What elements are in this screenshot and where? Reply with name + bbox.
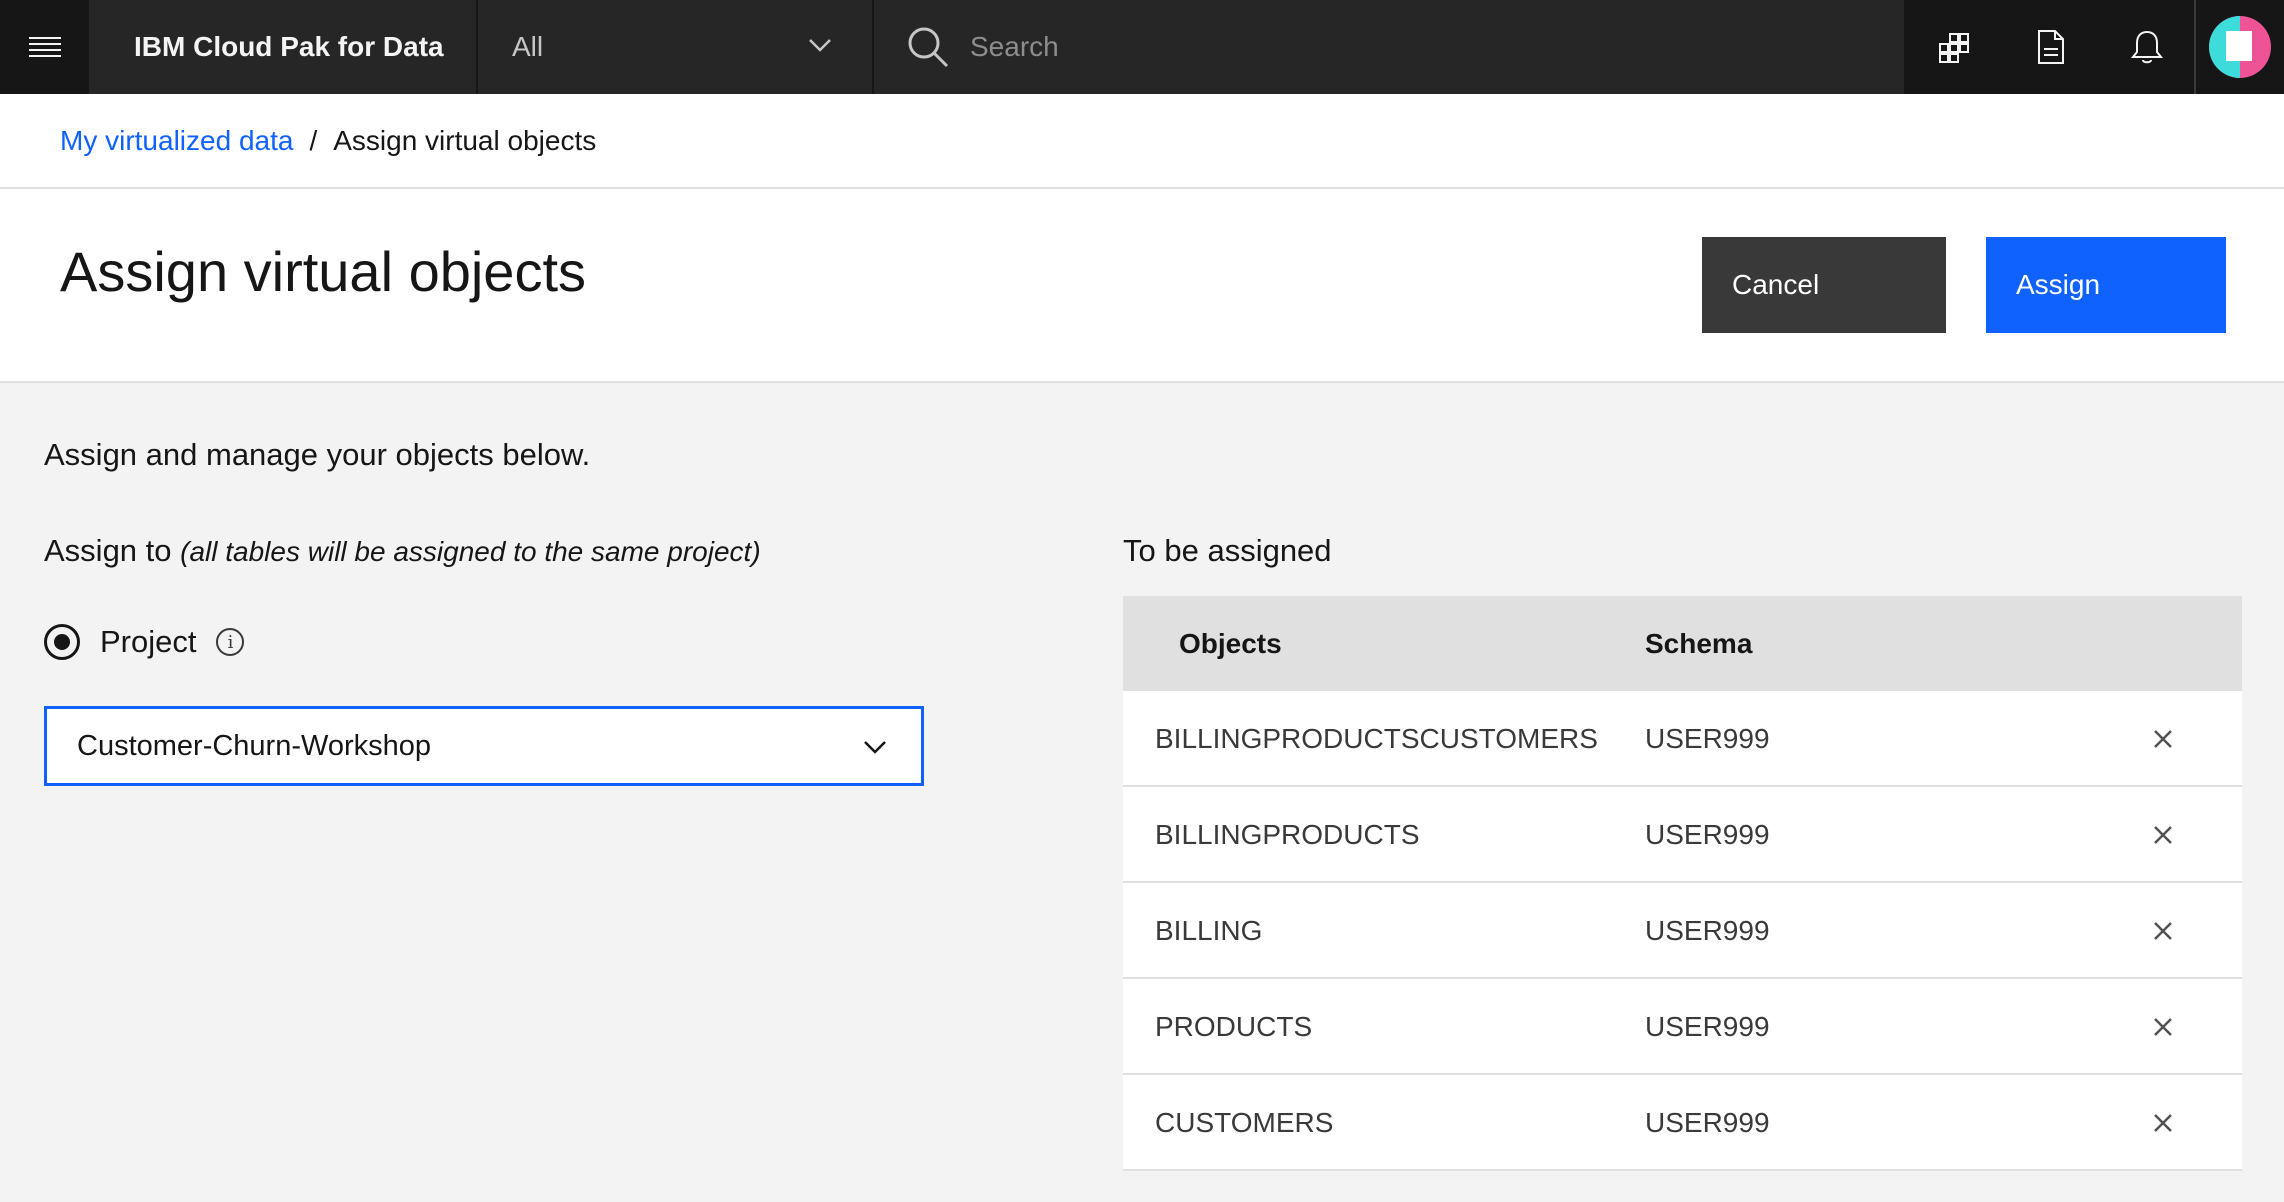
project-select[interactable]: Customer-Churn-Workshop [44,706,924,786]
column-header-schema[interactable]: Schema [1645,628,1752,660]
notification-bell-icon[interactable] [2099,0,2195,94]
page-header: Assign virtual objects Cancel Assign [0,189,2284,383]
column-header-objects[interactable]: Objects [1179,628,1282,660]
table-row: BILLINGPRODUCTS USER999 [1123,787,2242,883]
project-radio-label: Project [100,624,197,659]
assign-to-label: Assign to (all tables will be assigned t… [44,533,761,569]
remove-row-close-icon[interactable] [2143,911,2183,951]
remove-row-close-icon[interactable] [2143,815,2183,855]
search-icon [908,27,949,68]
hamburger-menu-icon[interactable] [0,0,89,94]
breadcrumb-current: Assign virtual objects [333,124,597,156]
product-name[interactable]: IBM Cloud Pak for Data [89,0,476,94]
page-title: Assign virtual objects [60,240,587,303]
to-be-assigned-table: Objects Schema BILLINGPRODUCTSCUSTOMERS … [1123,596,2242,1171]
breadcrumb-separator: / [309,124,318,156]
schema-name: USER999 [1645,723,1770,754]
assign-to-hint: (all tables will be assigned to the same… [180,536,761,567]
radio-selected-dot [54,634,70,650]
remove-row-close-icon[interactable] [2143,719,2183,759]
schema-name: USER999 [1645,1011,1770,1042]
table-row: PRODUCTS USER999 [1123,979,2242,1075]
assign-button[interactable]: Assign [1986,237,2226,333]
global-search[interactable]: Search [874,0,1904,94]
table-row: BILLING USER999 [1123,883,2242,979]
project-select-value: Customer-Churn-Workshop [77,729,432,762]
info-icon[interactable]: i [216,628,245,656]
object-name: CUSTOMERS [1155,1107,1334,1138]
object-name: PRODUCTS [1155,1011,1313,1042]
table-header: Objects Schema [1123,596,2242,691]
object-name: BILLING [1155,915,1263,946]
schema-name: USER999 [1645,915,1770,946]
scope-dropdown[interactable]: All [476,0,874,94]
to-be-assigned-label: To be assigned [1123,533,1332,568]
scope-dropdown-value: All [512,31,544,62]
remove-row-close-icon[interactable] [2143,1007,2183,1047]
table-row: CUSTOMERS USER999 [1123,1075,2242,1171]
chevron-down-icon [864,741,886,754]
user-avatar[interactable] [2194,0,2284,94]
schema-name: USER999 [1645,819,1770,850]
intro-text: Assign and manage your objects below. [44,437,591,472]
project-radio-option[interactable]: Project i [44,622,245,662]
catalog-icon[interactable] [1907,0,2003,94]
document-icon[interactable] [2003,0,2099,94]
object-name: BILLINGPRODUCTS [1155,819,1420,850]
remove-row-close-icon[interactable] [2143,1103,2183,1143]
cancel-button[interactable]: Cancel [1702,237,1946,333]
assign-to-text: Assign to [44,533,172,568]
breadcrumb-link-my-virtualized-data[interactable]: My virtualized data [60,125,293,157]
schema-name: USER999 [1645,1107,1770,1138]
object-name: BILLINGPRODUCTSCUSTOMERS [1155,723,1598,754]
project-radio-button[interactable] [44,624,80,660]
top-nav-bar: IBM Cloud Pak for Data All Search [0,0,2284,94]
breadcrumb: My virtualized data / Assign virtual obj… [0,94,2284,189]
search-input[interactable]: Search [970,31,1059,63]
chevron-down-icon [809,39,831,52]
table-row: BILLINGPRODUCTSCUSTOMERS USER999 [1123,691,2242,787]
